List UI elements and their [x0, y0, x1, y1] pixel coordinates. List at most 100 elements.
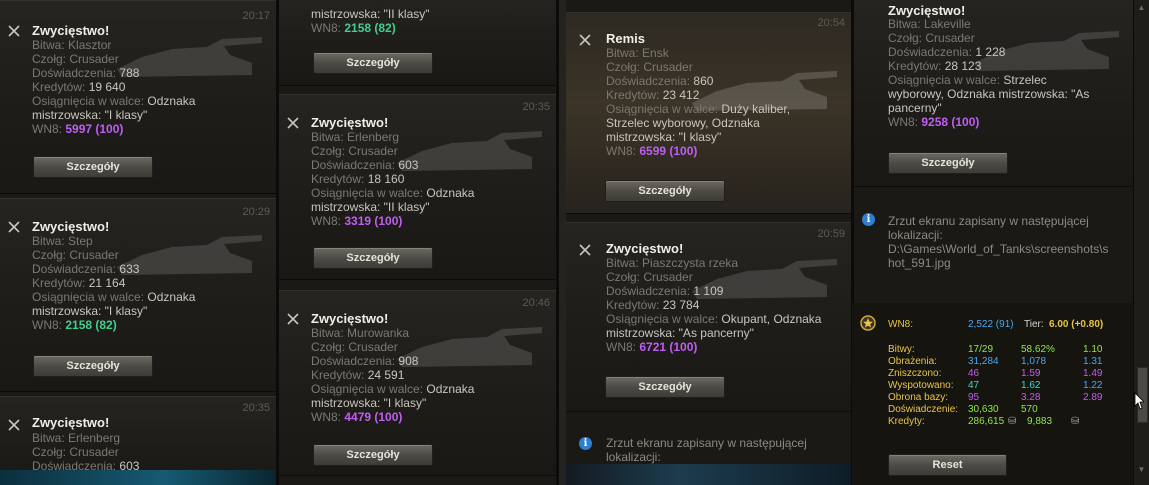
- crossed-swords-icon: [8, 419, 20, 431]
- map-name: Erlenberg: [347, 130, 400, 144]
- tank-name: Crusader: [643, 60, 693, 74]
- result-time: 20:35: [522, 101, 550, 113]
- scroll-up-arrow-icon[interactable]: ▲: [1137, 3, 1146, 12]
- xp-value: 788: [119, 66, 140, 80]
- map-name: Murowanka: [347, 326, 410, 340]
- details-button[interactable]: Szczegóły: [605, 180, 725, 202]
- stat-row-experience: Doświadczenie: 30,630 570: [888, 404, 1038, 415]
- credits-coin-icon: ⛁: [1008, 416, 1017, 427]
- map-name: Ensk: [642, 46, 669, 60]
- result-title: Zwycięstwo!: [32, 415, 110, 430]
- info-icon: i: [862, 213, 875, 226]
- xp-value: 603: [398, 158, 419, 172]
- battle-result-card: Zwycięstwo! 20:59 Bitwa: Piaszczysta rze…: [566, 222, 851, 412]
- stat-row-credits: Kredyty: 286,615 ⛁ 9,883 ⛁: [888, 416, 1080, 427]
- map-name: Erlenberg: [68, 431, 121, 445]
- details-button[interactable]: Szczegóły: [313, 52, 433, 74]
- tank-name: Crusader: [925, 31, 975, 45]
- notification-column-2: mistrzowska: "II klasy" WN8: 2158 (82) S…: [279, 0, 556, 485]
- battle-result-card: Remis 20:54 Bitwa: Ensk Czołg: Crusader …: [566, 12, 851, 214]
- notification-column-1: Zwycięstwo! 20:17 Bitwa: Klasztor Czołg:…: [0, 0, 276, 485]
- result-title: Zwycięstwo!: [888, 3, 966, 18]
- details-button[interactable]: Szczegóły: [33, 355, 153, 377]
- stat-row-defense: Obrona bazy: 95 3.28 2.89: [888, 392, 1103, 403]
- battle-result-card: mistrzowska: "II klasy" WN8: 2158 (82) S…: [279, 0, 556, 86]
- map-name: Klasztor: [68, 38, 112, 52]
- wn8-value: 9258 (100): [921, 115, 980, 129]
- result-title: Zwycięstwo!: [606, 241, 684, 256]
- details-button[interactable]: Szczegóły: [313, 247, 433, 269]
- result-time: 20:29: [242, 206, 270, 218]
- map-name: Piaszczysta rzeka: [642, 256, 739, 270]
- tank-name: Crusader: [69, 52, 119, 66]
- wn8-value: 4479 (100): [344, 410, 403, 424]
- credits-value: 23 412: [662, 88, 700, 102]
- result-title: Zwycięstwo!: [32, 23, 110, 38]
- tier-value: 6.00 (+0.80): [1049, 319, 1104, 330]
- mouse-cursor-icon: [1134, 392, 1144, 410]
- result-title: Zwycięstwo!: [311, 311, 389, 326]
- tank-name: Crusader: [69, 445, 119, 459]
- xp-value: 908: [398, 354, 419, 368]
- wn8-value: 5997 (100): [65, 122, 124, 136]
- details-button[interactable]: Szczegóły: [313, 444, 433, 466]
- notification-column-3: Remis 20:54 Bitwa: Ensk Czołg: Crusader …: [566, 0, 851, 485]
- screenshot-info-text: Zrzut ekranu zapisany w następującej lok…: [888, 214, 1109, 270]
- credits-value: 19 640: [88, 80, 126, 94]
- screenshot-info-text: Zrzut ekranu zapisany w następującej lok…: [606, 436, 807, 464]
- xp-value: 860: [693, 74, 714, 88]
- reset-button[interactable]: Reset: [888, 454, 1007, 476]
- crossed-swords-icon: [287, 313, 299, 325]
- details-button[interactable]: Szczegóły: [33, 156, 153, 178]
- background-strip: [566, 464, 851, 485]
- crossed-swords-icon: [579, 34, 591, 46]
- crossed-swords-icon: [8, 25, 20, 37]
- result-title: Remis: [606, 31, 646, 46]
- map-name: Lakeville: [924, 17, 971, 31]
- battle-result-card: Zwycięstwo! 20:35 Bitwa: Erlenberg Czołg…: [279, 94, 556, 280]
- battle-result-card: Zwycięstwo! 20:29 Bitwa: Step Czołg: Cru…: [0, 198, 276, 392]
- details-button[interactable]: Szczegóły: [605, 376, 725, 398]
- credits-coin-icon: ⛁: [1071, 416, 1080, 427]
- tank-name: Crusader: [643, 270, 693, 284]
- result-time: 20:17: [242, 10, 270, 22]
- crossed-swords-icon: [8, 221, 20, 233]
- result-time: 20:59: [817, 228, 845, 240]
- credits-value: 28 123: [944, 59, 982, 73]
- battle-result-card: Zwycięstwo! 20:46 Bitwa: Murowanka Czołg…: [279, 290, 556, 476]
- taskbar-strip: [0, 470, 276, 485]
- player-stats-panel: WN8: 2,522 (91) Tier: 6.00 (+0.80) Bitwy…: [852, 303, 1133, 485]
- battle-result-card: Zwycięstwo! Bitwa: Lakeville Czołg: Crus…: [854, 0, 1133, 187]
- star-badge-icon: [860, 315, 876, 331]
- wn8-value: 6721 (100): [639, 340, 698, 354]
- xp-value: 633: [119, 262, 140, 276]
- result-time: 20:35: [242, 402, 270, 414]
- wn8-overall-value: 2,522 (91): [968, 319, 1014, 330]
- result-time: 20:46: [522, 297, 550, 309]
- credits-value: 18 160: [367, 172, 405, 186]
- wn8-value: 2158 (82): [65, 318, 117, 332]
- tank-name: Crusader: [69, 248, 119, 262]
- xp-value: 1 109: [693, 284, 724, 298]
- result-title: Zwycięstwo!: [311, 115, 389, 130]
- details-button[interactable]: Szczegóły: [888, 152, 1008, 174]
- scroll-down-arrow-icon[interactable]: ▼: [1137, 465, 1146, 474]
- stat-row-battles: Bitwy: 17/29 58.62% 1.10: [888, 344, 1103, 355]
- map-name: Step: [68, 234, 93, 248]
- wn8-value: 2158 (82): [344, 21, 396, 35]
- credits-value: 21 164: [88, 276, 126, 290]
- result-time: 20:54: [817, 17, 845, 29]
- stat-row-damage: Obrażenia: 31,284 1,078 1.31: [888, 356, 1103, 367]
- notifications-scrollbar[interactable]: ▲ ▼: [1133, 0, 1149, 485]
- credits-value: 23 784: [662, 298, 700, 312]
- info-icon: i: [579, 437, 592, 450]
- wn8-value: 6599 (100): [639, 144, 698, 158]
- credits-value: 24 591: [367, 368, 405, 382]
- stat-row-spotted: Wyspotowano: 47 1.62 1.22: [888, 380, 1103, 391]
- crossed-swords-icon: [579, 244, 591, 256]
- wn8-value: 3319 (100): [344, 214, 403, 228]
- tank-name: Crusader: [348, 340, 398, 354]
- stat-row-frags: Zniszczono: 46 1.59 1.49: [888, 368, 1103, 379]
- tank-name: Crusader: [348, 144, 398, 158]
- crossed-swords-icon: [287, 117, 299, 129]
